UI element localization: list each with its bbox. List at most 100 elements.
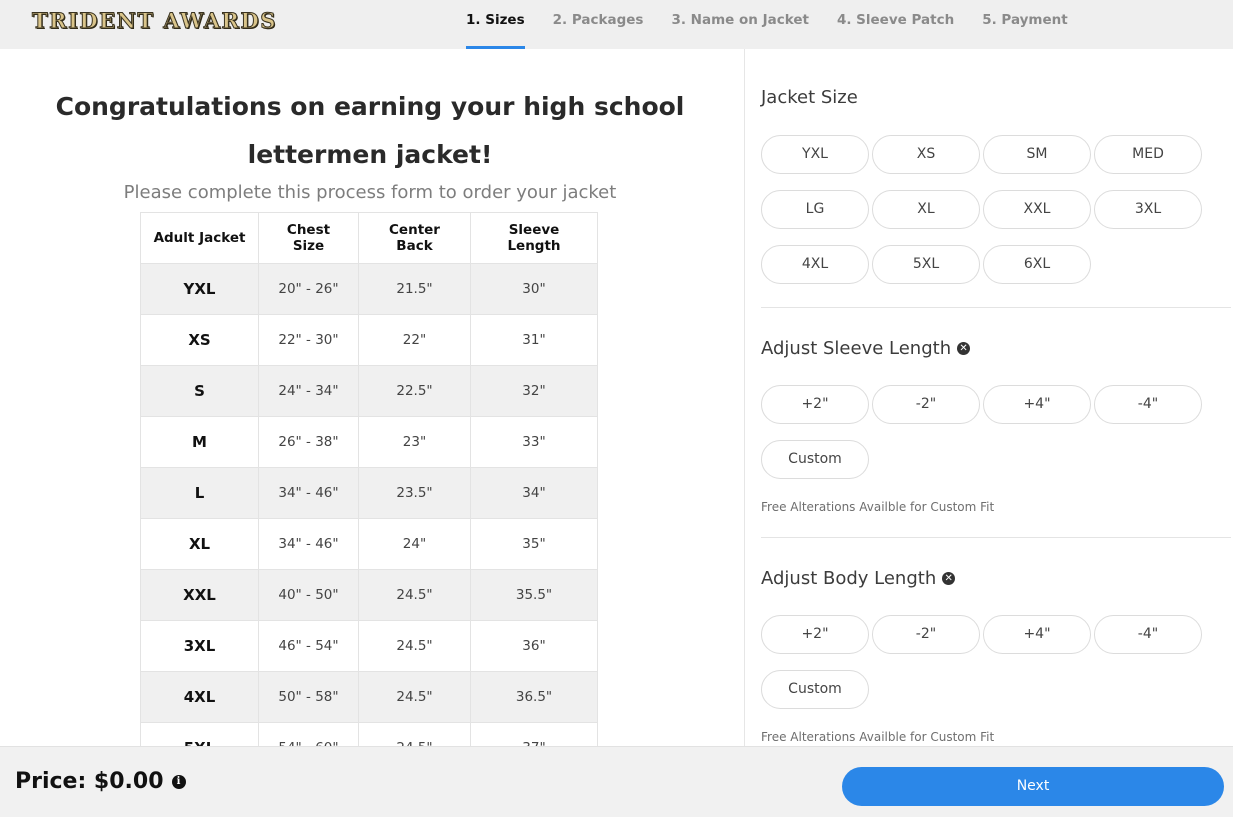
- table-cell: 3XL: [140, 620, 259, 672]
- size-option-xs[interactable]: XS: [872, 135, 980, 174]
- table-header-row: Adult Jacket Chest Size Center Back Slee…: [140, 212, 598, 264]
- table-cell: XL: [140, 518, 259, 570]
- size-option-med[interactable]: MED: [1094, 135, 1202, 174]
- table-cell: 34" - 46": [258, 467, 359, 519]
- table-cell: 36": [470, 620, 598, 672]
- price-display: Price: $0.00 i: [15, 769, 186, 794]
- body-option-minus4[interactable]: -4": [1094, 615, 1202, 654]
- sleeve-option-plus2[interactable]: +2": [761, 385, 869, 424]
- sleeve-option-minus2[interactable]: -2": [872, 385, 980, 424]
- body-option-custom[interactable]: Custom: [761, 670, 869, 709]
- table-cell: 35": [470, 518, 598, 570]
- table-cell: 24": [358, 518, 471, 570]
- footer-bar: Price: $0.00 i Next: [0, 746, 1233, 817]
- table-cell: XXL: [140, 569, 259, 621]
- table-cell: XS: [140, 314, 259, 366]
- table-row: YXL 20" - 26" 21.5" 30": [140, 263, 598, 315]
- table-row: XS 22" - 30" 22" 31": [140, 314, 598, 366]
- table-row: S 24" - 34" 22.5" 32": [140, 365, 598, 417]
- size-option-lg[interactable]: LG: [761, 190, 869, 229]
- table-cell: L: [140, 467, 259, 519]
- close-circle-icon[interactable]: ✕: [957, 342, 971, 355]
- table-cell: 23": [358, 416, 471, 468]
- table-cell: 32": [470, 365, 598, 417]
- table-cell: 35.5": [470, 569, 598, 621]
- table-cell: 34" - 46": [258, 518, 359, 570]
- body-option-plus4[interactable]: +4": [983, 615, 1091, 654]
- body-alterations-note: Free Alterations Availble for Custom Fit: [761, 730, 995, 744]
- table-cell: 36.5": [470, 671, 598, 723]
- table-cell: 24.5": [358, 620, 471, 672]
- size-option-xl[interactable]: XL: [872, 190, 980, 229]
- column-header: Sleeve Length: [470, 212, 598, 264]
- sleeve-alterations-note: Free Alterations Availble for Custom Fit: [761, 500, 995, 514]
- table-cell: 54" - 60": [258, 722, 359, 746]
- options-panel[interactable]: Jacket Size YXL XS SM MED LG XL XXL 3XL …: [745, 49, 1233, 746]
- size-option-5xl[interactable]: 5XL: [872, 245, 980, 284]
- table-cell: 5XL: [140, 722, 259, 746]
- table-cell: 26" - 38": [258, 416, 359, 468]
- tab-sleeve-patch[interactable]: 4. Sleeve Patch: [837, 0, 954, 49]
- table-cell: S: [140, 365, 259, 417]
- size-chart-panel: Congratulations on earning your high sch…: [0, 49, 744, 746]
- jacket-size-title-text: Jacket Size: [761, 87, 858, 108]
- tab-name-on-jacket[interactable]: 3. Name on Jacket: [671, 0, 809, 49]
- size-option-6xl[interactable]: 6XL: [983, 245, 1091, 284]
- table-cell: 21.5": [358, 263, 471, 315]
- sleeve-option-plus4[interactable]: +4": [983, 385, 1091, 424]
- table-cell: 23.5": [358, 467, 471, 519]
- top-nav-bar: TRIDENT AWARDS 1. Sizes 2. Packages 3. N…: [0, 0, 1233, 49]
- table-row: 3XL 46" - 54" 24.5" 36": [140, 620, 598, 672]
- column-header: Center Back: [358, 212, 471, 264]
- tab-payment[interactable]: 5. Payment: [982, 0, 1068, 49]
- section-divider: [761, 537, 1231, 538]
- sleeve-option-custom[interactable]: Custom: [761, 440, 869, 479]
- body-length-title-text: Adjust Body Length: [761, 568, 937, 589]
- page-subtitle: Please complete this process form to ord…: [123, 182, 617, 203]
- sleeve-option-minus4[interactable]: -4": [1094, 385, 1202, 424]
- close-circle-icon[interactable]: ✕: [942, 572, 956, 585]
- body-option-minus2[interactable]: -2": [872, 615, 980, 654]
- table-cell: YXL: [140, 263, 259, 315]
- size-chart-table: Adult Jacket Chest Size Center Back Slee…: [140, 212, 598, 746]
- table-cell: 24.5": [358, 722, 471, 746]
- step-tabs: 1. Sizes 2. Packages 3. Name on Jacket 4…: [466, 0, 1096, 49]
- body-option-plus2[interactable]: +2": [761, 615, 869, 654]
- page-title: Congratulations on earning your high sch…: [55, 92, 685, 169]
- jacket-size-title: Jacket Size: [761, 87, 858, 108]
- info-icon[interactable]: i: [171, 774, 186, 789]
- table-row: M 26" - 38" 23" 33": [140, 416, 598, 468]
- table-row: 5XL 54" - 60" 24.5" 37": [140, 722, 598, 746]
- size-option-yxl[interactable]: YXL: [761, 135, 869, 174]
- tab-sizes[interactable]: 1. Sizes: [466, 0, 525, 49]
- table-row: XL 34" - 46" 24" 35": [140, 518, 598, 570]
- table-cell: 46" - 54": [258, 620, 359, 672]
- table-cell: 22": [358, 314, 471, 366]
- size-option-xxl[interactable]: XXL: [983, 190, 1091, 229]
- table-cell: 50" - 58": [258, 671, 359, 723]
- table-cell: 31": [470, 314, 598, 366]
- table-cell: 22" - 30": [258, 314, 359, 366]
- table-cell: 37": [470, 722, 598, 746]
- table-cell: 24.5": [358, 671, 471, 723]
- table-cell: 24" - 34": [258, 365, 359, 417]
- table-row: L 34" - 46" 23.5" 34": [140, 467, 598, 519]
- table-cell: 33": [470, 416, 598, 468]
- table-cell: 4XL: [140, 671, 259, 723]
- section-divider: [761, 307, 1231, 308]
- table-cell: 40" - 50": [258, 569, 359, 621]
- tab-packages[interactable]: 2. Packages: [553, 0, 644, 49]
- table-row: 4XL 50" - 58" 24.5" 36.5": [140, 671, 598, 723]
- table-cell: 22.5": [358, 365, 471, 417]
- next-button[interactable]: Next: [842, 767, 1224, 806]
- table-cell: 30": [470, 263, 598, 315]
- size-option-3xl[interactable]: 3XL: [1094, 190, 1202, 229]
- price-label: Price: $0.00: [15, 769, 164, 794]
- size-option-4xl[interactable]: 4XL: [761, 245, 869, 284]
- table-cell: 24.5": [358, 569, 471, 621]
- trident-awards-logo[interactable]: TRIDENT AWARDS: [32, 8, 277, 34]
- table-cell: M: [140, 416, 259, 468]
- column-header: Chest Size: [258, 212, 359, 264]
- body-length-title: Adjust Body Length ✕: [761, 568, 956, 589]
- size-option-sm[interactable]: SM: [983, 135, 1091, 174]
